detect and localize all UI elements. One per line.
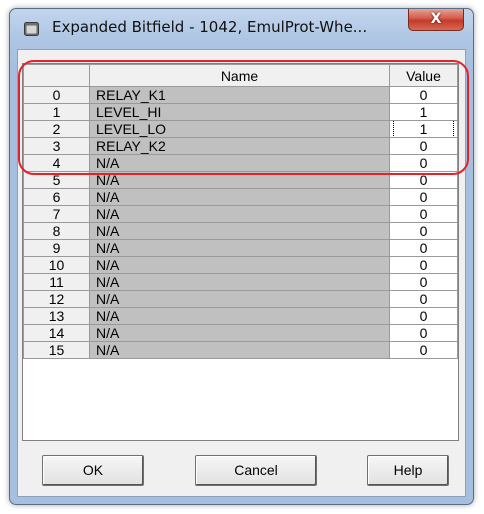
table-row[interactable]: 1 LEVEL_HI 1 (23, 103, 458, 121)
bit-value-cell[interactable]: 0 (389, 307, 458, 325)
bit-name-cell: N/A (89, 154, 390, 172)
bit-value-text: 0 (419, 291, 428, 307)
table-row[interactable]: 3 RELAY_K2 0 (23, 137, 458, 155)
table-row[interactable]: 14 N/A 0 (23, 324, 458, 342)
row-index-cell[interactable]: 11 (23, 273, 90, 291)
bit-value-cell[interactable]: 0 (389, 154, 458, 172)
bit-value-cell[interactable]: 0 (389, 171, 458, 189)
bit-value-text: 0 (419, 87, 428, 103)
bit-value-cell[interactable]: 0 (389, 188, 458, 206)
bit-name-cell: N/A (89, 188, 390, 206)
row-index-cell[interactable]: 5 (23, 171, 90, 189)
bit-value-text: 0 (419, 138, 428, 154)
bit-value-cell[interactable]: 0 (389, 273, 458, 291)
cancel-button[interactable]: Cancel (195, 455, 317, 486)
bit-name-cell: LEVEL_HI (89, 103, 390, 121)
bit-name-cell: RELAY_K2 (89, 137, 390, 155)
bit-name-cell: LEVEL_LO (89, 120, 390, 138)
table-row[interactable]: 13 N/A 0 (23, 307, 458, 325)
window-title: Expanded Bitfield - 1042, EmulProt-Whe..… (52, 18, 368, 36)
bit-value-text: 0 (419, 308, 428, 324)
bit-value-cell[interactable]: 1 (389, 120, 458, 138)
dialog-window: Expanded Bitfield - 1042, EmulProt-Whe..… (9, 8, 474, 505)
row-index-cell[interactable]: 2 (23, 120, 90, 138)
row-index-cell[interactable]: 6 (23, 188, 90, 206)
bit-value-cell[interactable]: 0 (389, 290, 458, 308)
bit-value-text: 0 (419, 257, 428, 273)
bit-name-cell: N/A (89, 239, 390, 257)
bit-name-cell: N/A (89, 205, 390, 223)
bit-value-text: 0 (419, 240, 428, 256)
app-window-icon (24, 22, 39, 36)
header-row: Name Value (23, 64, 458, 87)
bit-value-text: 0 (419, 172, 428, 188)
table-row[interactable]: 11 N/A 0 (23, 273, 458, 291)
bit-name-cell: N/A (89, 324, 390, 342)
bit-value-text: 0 (419, 223, 428, 239)
help-button[interactable]: Help (367, 455, 449, 486)
name-column-header[interactable]: Name (89, 64, 390, 87)
bit-value-text: 0 (419, 342, 428, 358)
table-row[interactable]: 8 N/A 0 (23, 222, 458, 240)
bit-name-cell: N/A (89, 256, 390, 274)
table-row[interactable]: 12 N/A 0 (23, 290, 458, 308)
row-index-cell[interactable]: 12 (23, 290, 90, 308)
table-row[interactable]: 6 N/A 0 (23, 188, 458, 206)
bit-value-text: 0 (419, 206, 428, 222)
table-row[interactable]: 15 N/A 0 (23, 341, 458, 359)
row-index-cell[interactable]: 4 (23, 154, 90, 172)
bit-value-cell[interactable]: 0 (389, 239, 458, 257)
row-index-cell[interactable]: 1 (23, 103, 90, 121)
table-row[interactable]: 4 N/A 0 (23, 154, 458, 172)
table-row[interactable]: 7 N/A 0 (23, 205, 458, 223)
bit-name-cell: N/A (89, 222, 390, 240)
ok-button[interactable]: OK (42, 455, 144, 486)
bit-value-text: 0 (419, 155, 428, 171)
table-row[interactable]: 5 N/A 0 (23, 171, 458, 189)
table-row[interactable]: 2 LEVEL_LO 1 (23, 120, 458, 138)
bit-value-cell[interactable]: 0 (389, 137, 458, 155)
table-row[interactable]: 9 N/A 0 (23, 239, 458, 257)
row-index-cell[interactable]: 8 (23, 222, 90, 240)
bit-value-cell[interactable]: 0 (389, 205, 458, 223)
bit-value-cell[interactable]: 0 (389, 222, 458, 240)
row-index-cell[interactable]: 14 (23, 324, 90, 342)
bit-value-cell[interactable]: 0 (389, 86, 458, 104)
title-bar[interactable]: Expanded Bitfield - 1042, EmulProt-Whe..… (10, 9, 473, 49)
bit-value-text: 1 (419, 104, 428, 120)
bit-value-text: 1 (392, 121, 455, 137)
bit-value-text: 0 (419, 189, 428, 205)
bit-value-text: 0 (419, 274, 428, 290)
bit-name-cell: RELAY_K1 (89, 86, 390, 104)
dialog-body: Name Value 0 RELAY_K1 0 1 LEVEL_HI 1 2 LEVEL_LO… (17, 49, 466, 497)
row-index-cell[interactable]: 13 (23, 307, 90, 325)
index-column-header[interactable] (23, 64, 90, 87)
row-index-cell[interactable]: 15 (23, 341, 90, 359)
close-button[interactable]: X (408, 9, 464, 31)
bit-name-cell: N/A (89, 290, 390, 308)
row-index-cell[interactable]: 9 (23, 239, 90, 257)
bit-value-cell[interactable]: 0 (389, 341, 458, 359)
bitfield-grid: Name Value 0 RELAY_K1 0 1 LEVEL_HI 1 2 LEVEL_LO… (22, 63, 459, 441)
bit-name-cell: N/A (89, 273, 390, 291)
bit-name-cell: N/A (89, 171, 390, 189)
bit-value-cell[interactable]: 0 (389, 324, 458, 342)
bit-value-cell[interactable]: 0 (389, 256, 458, 274)
bitfield-table: Name Value 0 RELAY_K1 0 1 LEVEL_HI 1 2 LEVEL_LO… (23, 64, 458, 359)
bit-name-cell: N/A (89, 341, 390, 359)
bit-value-text: 0 (419, 325, 428, 341)
bit-value-cell[interactable]: 1 (389, 103, 458, 121)
value-column-header[interactable]: Value (389, 64, 458, 87)
row-index-cell[interactable]: 7 (23, 205, 90, 223)
row-index-cell[interactable]: 3 (23, 137, 90, 155)
bit-name-cell: N/A (89, 307, 390, 325)
table-row[interactable]: 0 RELAY_K1 0 (23, 86, 458, 104)
table-row[interactable]: 10 N/A 0 (23, 256, 458, 274)
row-index-cell[interactable]: 0 (23, 86, 90, 104)
row-index-cell[interactable]: 10 (23, 256, 90, 274)
